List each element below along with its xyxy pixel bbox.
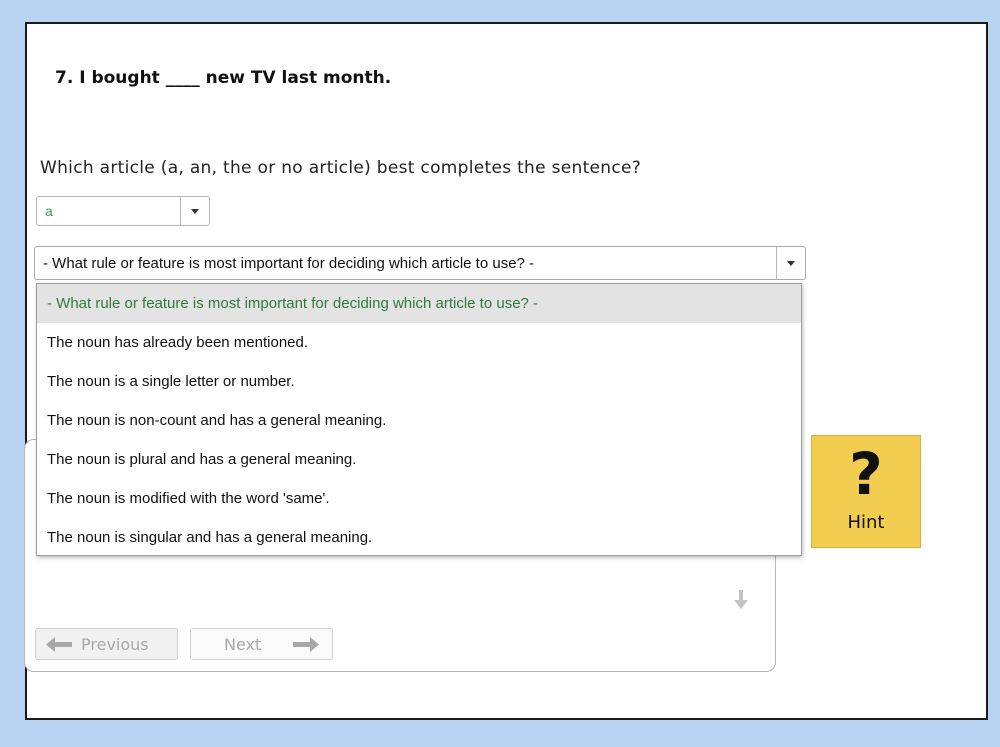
arrow-right-icon <box>293 637 319 652</box>
article-select-value: a <box>45 203 53 219</box>
hint-label: Hint <box>847 512 885 533</box>
article-select-toggle[interactable] <box>180 197 209 225</box>
chevron-down-icon <box>787 261 795 266</box>
arrow-down-icon[interactable] <box>734 590 748 610</box>
rule-select-toggle[interactable] <box>776 247 805 279</box>
rule-select-value: - What rule or feature is most important… <box>43 255 535 272</box>
previous-button[interactable]: Previous <box>35 628 178 660</box>
previous-label: Previous <box>81 635 149 654</box>
article-select[interactable]: a <box>36 196 210 226</box>
panel-edge <box>944 352 968 422</box>
dropdown-option[interactable]: The noun is singular and has a general m… <box>37 518 801 557</box>
hint-button[interactable]: ? Hint <box>811 435 921 548</box>
dropdown-option[interactable]: The noun is a single letter or number. <box>37 362 801 401</box>
instruction-text: Which article (a, an, the or no article)… <box>40 158 642 178</box>
chevron-down-icon <box>191 209 199 214</box>
dropdown-option[interactable]: The noun is modified with the word 'same… <box>37 479 801 518</box>
dropdown-option[interactable]: The noun has already been mentioned. <box>37 323 801 362</box>
next-label: Next <box>224 635 262 654</box>
question-text: 7. I bought ____ new TV last month. <box>55 68 392 88</box>
next-button[interactable]: Next <box>190 628 333 660</box>
dropdown-option[interactable]: The noun is non-count and has a general … <box>37 401 801 440</box>
rule-dropdown-list: - What rule or feature is most important… <box>36 283 802 556</box>
arrow-left-icon <box>46 637 72 652</box>
rule-select[interactable]: - What rule or feature is most important… <box>34 246 806 280</box>
dropdown-option[interactable]: The noun is plural and has a general mea… <box>37 440 801 479</box>
question-mark-icon: ? <box>849 440 883 508</box>
dropdown-option[interactable]: - What rule or feature is most important… <box>37 284 801 323</box>
